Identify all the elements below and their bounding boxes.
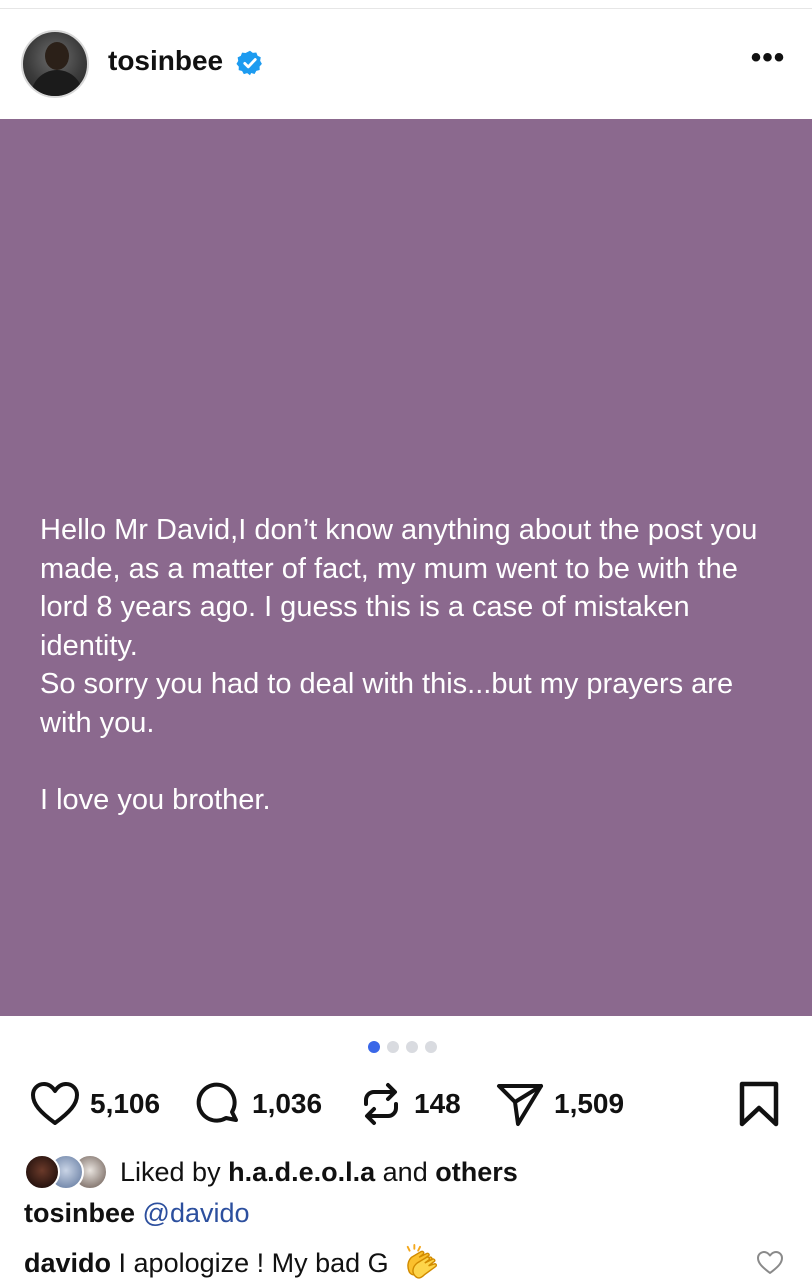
like-button[interactable]: 5,106 (30, 1078, 160, 1130)
carousel-indicator (368, 1041, 437, 1053)
carousel-dot-active (368, 1041, 380, 1053)
heart-icon (31, 1082, 79, 1125)
liked-by-row[interactable]: Liked by h.a.d.e.o.l.a and others (24, 1152, 518, 1192)
liked-by-others[interactable]: others (435, 1157, 518, 1187)
carousel-dot (406, 1041, 418, 1053)
bookmark-icon (739, 1081, 779, 1127)
post-header: tosinbee ••• (0, 0, 812, 119)
comment-button[interactable]: 1,036 (194, 1078, 322, 1130)
clapping-hands-icon (406, 1244, 438, 1279)
caption-username[interactable]: tosinbee (24, 1198, 135, 1228)
carousel-dot (425, 1041, 437, 1053)
action-bar: 5,106 1,036 148 1,509 (0, 1078, 812, 1130)
comment-icon (196, 1082, 238, 1123)
liked-by-user[interactable]: h.a.d.e.o.l.a (228, 1157, 375, 1187)
repost-icon (364, 1083, 398, 1125)
caption: tosinbee @davido (24, 1198, 250, 1229)
liked-by-text: Liked by h.a.d.e.o.l.a and others (120, 1157, 518, 1188)
comment-like-icon[interactable] (756, 1250, 784, 1276)
more-options-icon[interactable]: ••• (748, 43, 788, 78)
repost-button[interactable]: 148 (358, 1078, 461, 1130)
like-count: 5,106 (90, 1088, 161, 1119)
avatar-head-shape (45, 42, 69, 70)
avatar[interactable] (21, 30, 89, 98)
post-text: Hello Mr David,I don’t know anything abo… (40, 514, 758, 816)
comment-row: davido I apologize ! My bad G (24, 1244, 440, 1280)
send-icon (497, 1084, 543, 1126)
repost-count: 148 (414, 1088, 461, 1119)
username[interactable]: tosinbee (108, 45, 223, 77)
liked-by-joiner: and (382, 1156, 428, 1187)
share-count: 1,509 (554, 1088, 625, 1119)
caption-mention[interactable]: @davido (143, 1198, 250, 1228)
liked-by-prefix: Liked by (120, 1156, 221, 1187)
save-button[interactable] (738, 1078, 780, 1130)
post-image[interactable]: Hello Mr David,I don’t know anything abo… (0, 119, 812, 1016)
carousel-dot (387, 1041, 399, 1053)
comment-text: I apologize ! My bad G (118, 1248, 389, 1278)
verified-badge-icon (236, 50, 262, 76)
comment-count: 1,036 (252, 1088, 323, 1119)
avatar-body-shape (31, 70, 83, 96)
comment-username[interactable]: davido (24, 1248, 111, 1278)
share-button[interactable]: 1,509 (496, 1078, 624, 1130)
liker-avatar (24, 1154, 60, 1190)
